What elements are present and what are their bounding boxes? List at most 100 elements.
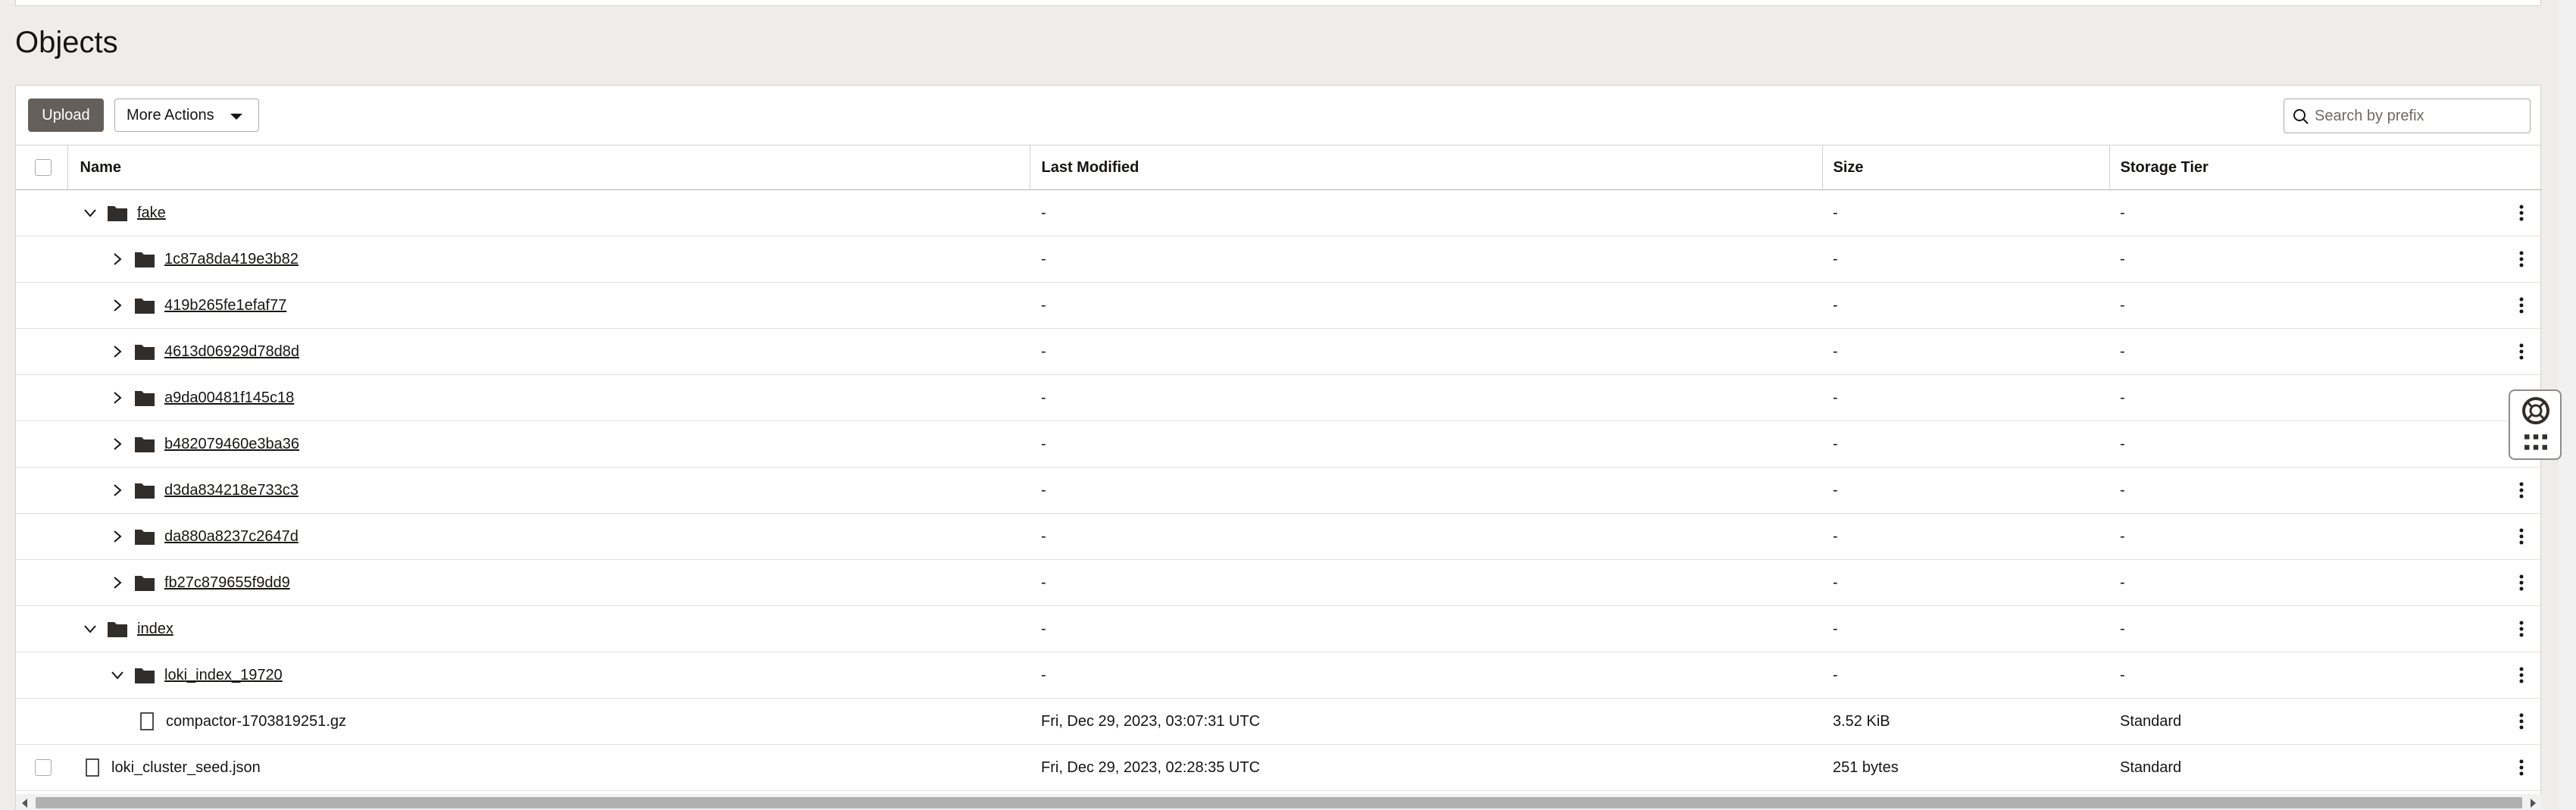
table-row: loki_index_19720 - - - xyxy=(16,652,2542,699)
size-cell: - xyxy=(1822,236,2109,283)
objects-table: Name Last Modified Size Storage Tier fak… xyxy=(16,145,2542,791)
more-options-icon[interactable] xyxy=(2518,758,2524,777)
chevron-right-icon[interactable] xyxy=(107,433,128,455)
storage-tier-cell: Standard xyxy=(2109,744,2501,791)
size-cell: - xyxy=(1822,652,2109,699)
more-options-icon[interactable] xyxy=(2518,342,2524,361)
chevron-right-icon[interactable] xyxy=(107,295,128,316)
last-modified-cell: Fri, Dec 29, 2023, 02:28:35 UTC xyxy=(1030,744,1822,791)
scroll-left-arrow-icon[interactable] xyxy=(22,799,27,808)
table-row: b482079460e3ba36 - - - xyxy=(16,421,2542,468)
table-row: index - - - xyxy=(16,605,2542,652)
chevron-right-icon[interactable] xyxy=(107,341,128,362)
folder-link[interactable]: b482079460e3ba36 xyxy=(164,436,299,453)
page-title: Objects xyxy=(15,26,118,59)
last-modified-cell: - xyxy=(1030,374,1822,421)
file-icon xyxy=(140,712,154,730)
storage-tier-cell: - xyxy=(2109,513,2501,560)
table-row: 419b265fe1efaf77 - - - xyxy=(16,282,2542,329)
column-header-actions xyxy=(2501,145,2542,190)
table-row: loki_cluster_seed.json Fri, Dec 29, 2023… xyxy=(16,744,2542,791)
more-options-icon[interactable] xyxy=(2518,250,2524,268)
more-options-icon[interactable] xyxy=(2518,620,2524,638)
folder-link[interactable]: a9da00481f145c18 xyxy=(164,389,294,407)
table-row: 4613d06929d78d8d - - - xyxy=(16,328,2542,375)
size-cell: - xyxy=(1822,282,2109,329)
chevron-right-icon[interactable] xyxy=(107,249,128,270)
file-name[interactable]: compactor-1703819251.gz xyxy=(166,713,346,730)
last-modified-cell: - xyxy=(1030,421,1822,468)
folder-link[interactable]: fb27c879655f9dd9 xyxy=(164,574,290,592)
table-row: da880a8237c2647d - - - xyxy=(16,513,2542,560)
search-input[interactable] xyxy=(2315,105,2524,127)
folder-link[interactable]: 4613d06929d78d8d xyxy=(164,343,299,361)
help-widget[interactable] xyxy=(2509,389,2562,460)
folder-link[interactable]: fake xyxy=(137,205,166,222)
folder-link[interactable]: index xyxy=(137,621,174,638)
last-modified-cell: - xyxy=(1030,189,1822,236)
chevron-down-icon[interactable] xyxy=(80,618,101,640)
search-icon xyxy=(2293,109,2309,124)
folder-icon xyxy=(135,576,155,591)
table-row: 1c87a8da419e3b82 - - - xyxy=(16,236,2542,283)
last-modified-cell: - xyxy=(1030,652,1822,699)
scrollbar-thumb[interactable] xyxy=(36,797,2522,808)
lifebuoy-icon[interactable] xyxy=(2521,396,2551,426)
chevron-right-icon[interactable] xyxy=(107,387,128,408)
storage-tier-cell: - xyxy=(2109,282,2501,329)
more-options-icon[interactable] xyxy=(2518,527,2524,546)
apps-grid-icon[interactable] xyxy=(2524,433,2548,452)
more-options-icon[interactable] xyxy=(2518,574,2524,592)
storage-tier-cell: - xyxy=(2109,467,2501,514)
caret-down-icon xyxy=(230,114,242,120)
folder-icon xyxy=(135,391,155,406)
more-options-icon[interactable] xyxy=(2518,204,2524,222)
folder-link[interactable]: da880a8237c2647d xyxy=(164,528,299,546)
folder-icon xyxy=(135,530,155,545)
storage-tier-cell: Standard xyxy=(2109,698,2501,745)
column-header-name[interactable]: Name xyxy=(67,145,1030,190)
horizontal-scrollbar[interactable] xyxy=(16,794,2542,810)
folder-link[interactable]: 1c87a8da419e3b82 xyxy=(164,251,299,268)
folder-icon xyxy=(135,668,155,683)
last-modified-cell: Fri, Dec 29, 2023, 03:07:31 UTC xyxy=(1030,698,1822,745)
toolbar: Upload More Actions xyxy=(16,86,2540,145)
folder-link[interactable]: d3da834218e733c3 xyxy=(164,482,299,499)
row-select-checkbox[interactable] xyxy=(35,759,52,777)
more-actions-button[interactable]: More Actions xyxy=(114,99,259,132)
column-header-size[interactable]: Size xyxy=(1821,145,2109,190)
size-cell: - xyxy=(1822,513,2109,560)
size-cell: - xyxy=(1822,559,2109,606)
table-header-row: Name Last Modified Size Storage Tier xyxy=(16,145,2542,190)
column-header-last-modified[interactable]: Last Modified xyxy=(1029,145,1822,190)
folder-link[interactable]: loki_index_19720 xyxy=(164,667,283,684)
chevron-right-icon[interactable] xyxy=(107,572,128,593)
column-header-storage-tier[interactable]: Storage Tier xyxy=(2109,145,2501,190)
search-box[interactable] xyxy=(2284,99,2531,133)
storage-tier-cell: - xyxy=(2109,236,2501,283)
folder-icon xyxy=(135,299,155,314)
size-cell: - xyxy=(1822,421,2109,468)
size-cell: 251 bytes xyxy=(1822,744,2109,791)
file-name[interactable]: loki_cluster_seed.json xyxy=(111,759,261,777)
last-modified-cell: - xyxy=(1030,513,1822,560)
chevron-right-icon[interactable] xyxy=(107,480,128,501)
folder-icon xyxy=(135,345,155,360)
more-options-icon[interactable] xyxy=(2518,712,2524,730)
size-cell: - xyxy=(1822,467,2109,514)
size-cell: - xyxy=(1822,328,2109,375)
more-options-icon[interactable] xyxy=(2518,296,2524,314)
more-options-icon[interactable] xyxy=(2518,666,2524,684)
scroll-right-arrow-icon[interactable] xyxy=(2531,799,2536,808)
folder-icon xyxy=(135,252,155,267)
chevron-down-icon[interactable] xyxy=(80,202,101,224)
folder-link[interactable]: 419b265fe1efaf77 xyxy=(164,297,286,314)
last-modified-cell: - xyxy=(1030,282,1822,329)
upload-button[interactable]: Upload xyxy=(28,99,104,132)
select-all-checkbox[interactable] xyxy=(35,159,52,177)
objects-panel: Upload More Actions Name Last Modified S… xyxy=(15,85,2542,810)
chevron-down-icon[interactable] xyxy=(107,665,128,686)
more-options-icon[interactable] xyxy=(2518,481,2524,499)
chevron-right-icon[interactable] xyxy=(107,526,128,547)
last-modified-cell: - xyxy=(1030,467,1822,514)
